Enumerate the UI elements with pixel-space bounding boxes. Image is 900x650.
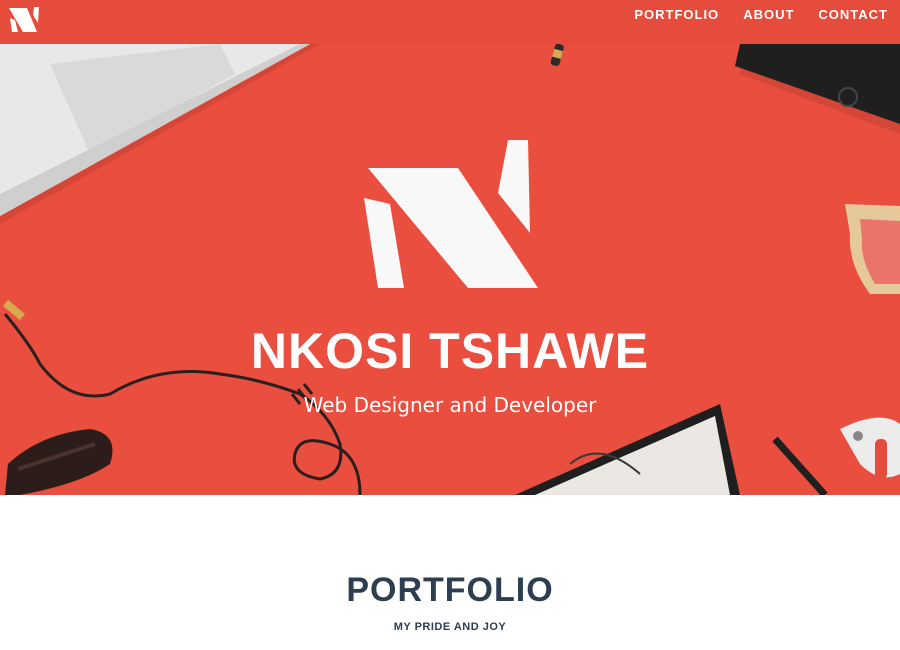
top-navbar: PORTFOLIO ABOUT CONTACT: [0, 0, 900, 44]
hero-tagline: Web Designer and Developer: [303, 393, 597, 417]
hero-name: NKOSI TSHAWE: [250, 323, 650, 379]
notebook-illustration: [515, 404, 740, 495]
tablet-illustration: [735, 44, 900, 134]
pouch-illustration: [5, 429, 113, 495]
n-monogram-logo-icon[interactable]: [7, 5, 41, 35]
pen-illustration: [550, 44, 564, 66]
glasses-illustration: [845, 204, 900, 294]
laptop-illustration: [0, 44, 320, 224]
stylus-illustration: [772, 436, 828, 495]
hero-section: NKOSI TSHAWE Web Designer and Developer: [0, 44, 900, 495]
portfolio-heading: PORTFOLIO: [346, 571, 554, 609]
portfolio-subheading: MY PRIDE AND JOY: [393, 621, 507, 633]
nav-link-contact[interactable]: CONTACT: [818, 7, 888, 22]
nav-link-about[interactable]: ABOUT: [743, 7, 794, 22]
n-monogram-logo-icon: [364, 140, 538, 288]
watch-illustration: [840, 417, 900, 479]
portfolio-section: PORTFOLIO MY PRIDE AND JOY: [0, 495, 900, 650]
nav-links: PORTFOLIO ABOUT CONTACT: [634, 0, 888, 28]
nav-link-portfolio[interactable]: PORTFOLIO: [634, 7, 719, 22]
